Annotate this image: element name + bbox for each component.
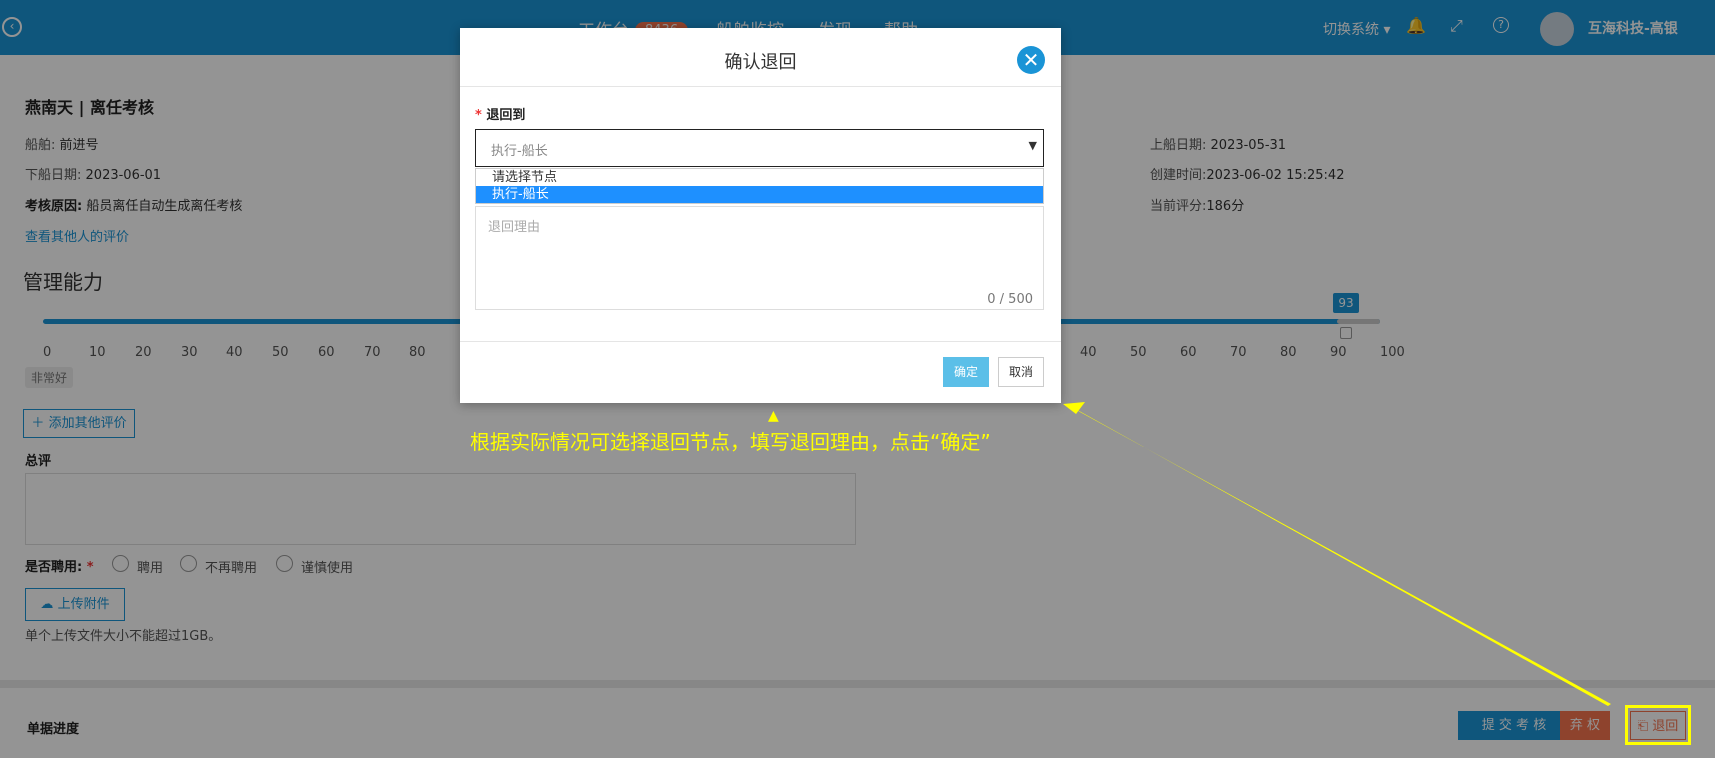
arrow-head [1063,402,1085,414]
annotation-arrow [1063,402,1611,706]
arrow-shaft [1072,407,1611,706]
